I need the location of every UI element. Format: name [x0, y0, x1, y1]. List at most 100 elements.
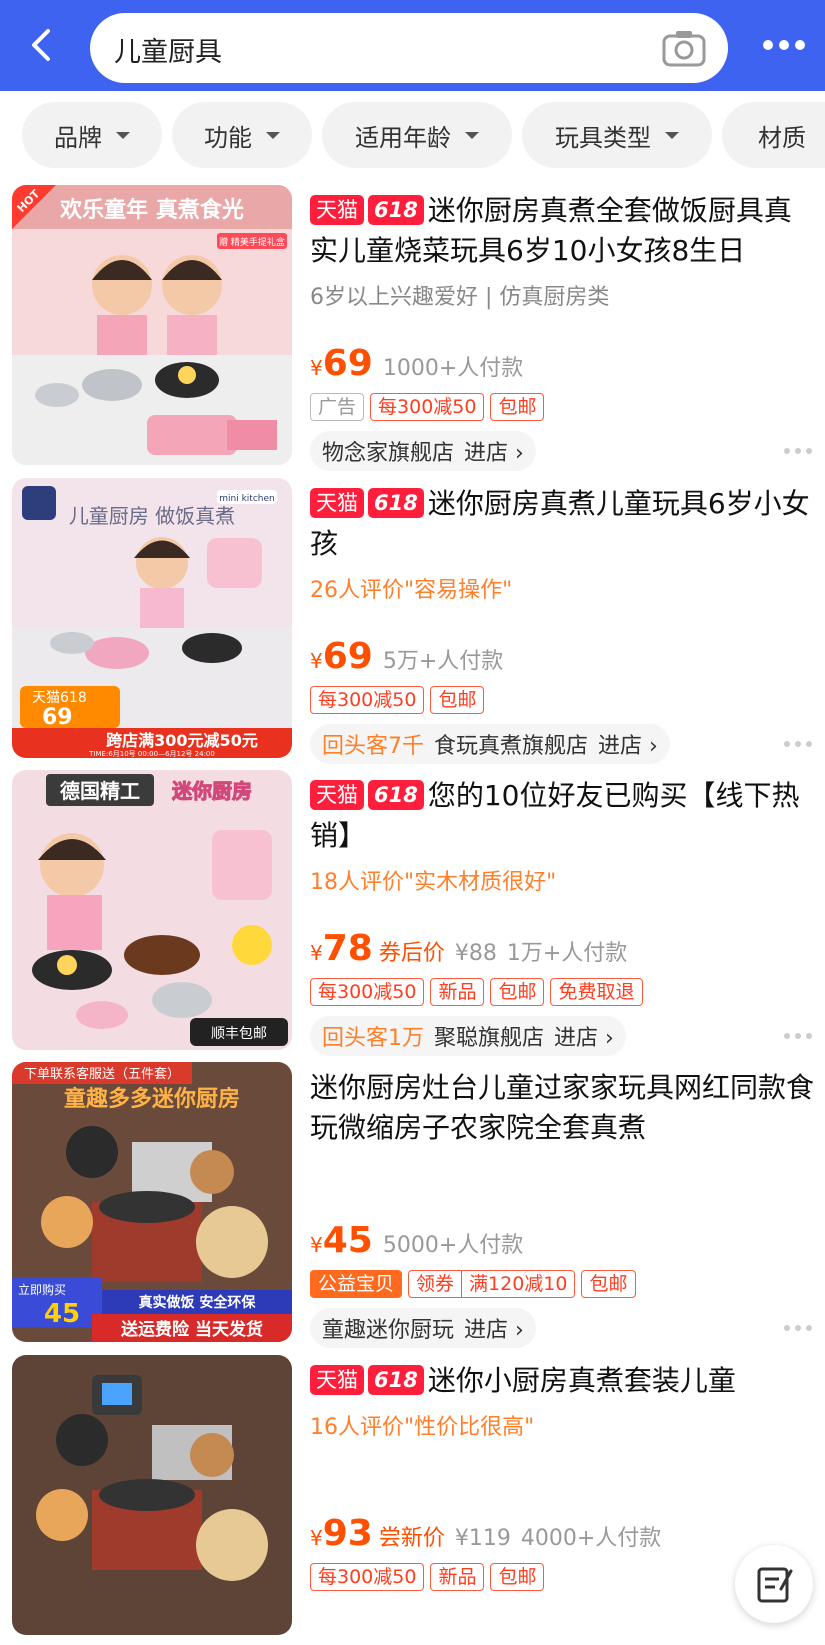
product-card[interactable]: 德国精工 迷你厨房 顺丰包邮 天猫 618 您的10位好友已购买【线下热销】 18人…: [0, 770, 825, 1060]
product-title[interactable]: 天猫 618 迷你厨房真煮全套做饭厨具真实儿童烧菜玩具6岁10小女孩8生日: [310, 191, 815, 271]
promo-tag: 立即购买: [18, 1282, 66, 1297]
product-title-text: 迷你小厨房真煮套装儿童: [427, 1364, 736, 1397]
promo-618-tag: 618: [368, 195, 424, 225]
edit-note-icon: [757, 1567, 793, 1603]
filter-chip-toy-type[interactable]: 玩具类型: [522, 102, 712, 168]
more-icon[interactable]: [762, 38, 806, 52]
discount-badge: 每300减50: [370, 393, 485, 421]
search-input[interactable]: 儿童厨具: [114, 30, 222, 69]
image-banner: 欢乐童年 真煮食光: [59, 197, 244, 223]
product-title-text: 迷你厨房灶台儿童过家家玩具网红同款食玩微缩房子农家院全套真煮: [310, 1071, 815, 1144]
sold-count: 4000+人付款: [520, 1526, 662, 1551]
promo-tag: 天猫618: [32, 690, 87, 706]
product-card[interactable]: 天猫 618 迷你小厨房真煮套装儿童 16人评价"性价比很高" ¥93 尝新价 ¥119…: [0, 1355, 825, 1645]
sold-count: 1万+人付款: [506, 941, 628, 966]
charity-badge: 公益宝贝: [310, 1270, 403, 1298]
enter-shop: 进店 ›: [554, 1026, 614, 1051]
product-card[interactable]: mini kitchen 儿童厨房 做饭真煮 天猫618 69 跨店满300元减…: [0, 478, 825, 768]
filter-label: 品牌: [54, 123, 102, 152]
shop-link[interactable]: 回头客7千 食玩真煮旗舰店 进店 ›: [310, 724, 670, 764]
price-row: ¥93 尝新价 ¥119 4000+人付款: [310, 1513, 661, 1554]
price-row: ¥45 5000+人付款: [310, 1220, 523, 1261]
more-options-icon[interactable]: [783, 1324, 813, 1332]
filter-chip-brand[interactable]: 品牌: [22, 102, 162, 168]
sold-count: 1000+人付款: [382, 356, 524, 381]
product-title[interactable]: 天猫 618 您的10位好友已购买【线下热销】: [310, 776, 815, 856]
badge-row: 每300减50 新品 包邮: [310, 1563, 550, 1591]
promo-time: TIME:6月10号 00:00—6月12号 24:00: [88, 750, 215, 758]
currency: ¥: [310, 1526, 323, 1550]
free-return-badge: 免费取退: [550, 978, 643, 1006]
more-options-icon[interactable]: [783, 740, 813, 748]
enter-shop: 进店 ›: [464, 441, 524, 466]
ad-badge: 广告: [310, 393, 365, 421]
shop-link[interactable]: 童趣迷你厨玩 进店 ›: [310, 1308, 536, 1348]
original-price: ¥88: [454, 941, 497, 966]
camera-icon[interactable]: [662, 29, 706, 67]
product-info: 天猫 618 迷你厨房真煮全套做饭厨具真实儿童烧菜玩具6岁10小女孩8生日 6岁以上…: [310, 185, 815, 471]
filter-label: 功能: [204, 123, 252, 152]
back-icon[interactable]: [24, 25, 60, 65]
coupon-label: 领券: [409, 1271, 463, 1297]
price: 93: [322, 1513, 373, 1554]
product-image-graphic: [12, 1355, 292, 1635]
repeat-customers: 回头客7千: [322, 734, 424, 759]
coupon-value: 满120减10: [469, 1273, 568, 1295]
image-banner-2: 童趣多多迷你厨房: [64, 1086, 240, 1112]
product-title[interactable]: 迷你厨房灶台儿童过家家玩具网红同款食玩微缩房子农家院全套真煮: [310, 1068, 815, 1148]
image-corner-label: mini kitchen: [219, 494, 274, 504]
product-image[interactable]: [12, 1355, 292, 1635]
product-info: 天猫 618 您的10位好友已购买【线下热销】 18人评价"实木材质很好" ¥78 券…: [310, 770, 815, 1056]
filter-chip-material[interactable]: 材质: [722, 102, 825, 168]
promo-text-2: 送运费险 当天发货: [121, 1319, 263, 1340]
price-row: ¥69 1000+人付款: [310, 343, 523, 384]
price-row: ¥69 5万+人付款: [310, 636, 503, 677]
product-card[interactable]: 欢乐童年 真煮食光 HOT 赠 精美手提礼盒 天猫 618 迷你厨房真煮全套做饭厨具…: [0, 185, 825, 475]
shop-link[interactable]: 物念家旗舰店 进店 ›: [310, 431, 536, 471]
product-image[interactable]: 德国精工 迷你厨房 顺丰包邮: [12, 770, 292, 1050]
shop-name: 食玩真煮旗舰店: [434, 734, 589, 759]
discount-badge: 每300减50: [310, 978, 425, 1006]
shop-link[interactable]: 回头客1万 聚聪旗舰店 进店 ›: [310, 1016, 626, 1056]
review-highlight: 18人评价"实木材质很好": [310, 870, 557, 895]
currency: ¥: [310, 941, 323, 965]
enter-shop: 进店 ›: [464, 1318, 524, 1343]
free-shipping-badge: 包邮: [490, 393, 545, 421]
sold-count: 5万+人付款: [382, 649, 504, 674]
review-highlight: 26人评价"容易操作": [310, 578, 513, 603]
currency: ¥: [310, 356, 323, 380]
currency: ¥: [310, 1233, 323, 1257]
product-image-graphic: 欢乐童年 真煮食光 HOT 赠 精美手提礼盒: [12, 185, 292, 465]
original-price: ¥119: [454, 1526, 511, 1551]
filter-label: 材质: [758, 123, 806, 152]
more-options-icon[interactable]: [783, 1032, 813, 1040]
promo-618-tag: 618: [368, 1365, 424, 1395]
product-image[interactable]: 欢乐童年 真煮食光 HOT 赠 精美手提礼盒: [12, 185, 292, 465]
product-info: 天猫 618 迷你小厨房真煮套装儿童 16人评价"性价比很高" ¥93 尝新价 ¥119…: [310, 1355, 815, 1591]
search-box[interactable]: 儿童厨具: [90, 13, 728, 83]
gift-label: 赠 精美手提礼盒: [219, 236, 285, 248]
filter-label: 适用年龄: [355, 123, 451, 152]
caret-down-icon: [665, 131, 679, 139]
shop-name: 童趣迷你厨玩: [322, 1318, 455, 1343]
product-info: 天猫 618 迷你厨房真煮儿童玩具6岁小女孩 26人评价"容易操作" ¥69 5万+人…: [310, 478, 815, 764]
promo-price: 45: [44, 1299, 80, 1329]
product-card[interactable]: 下单联系客服送（五件套） 童趣多多迷你厨房 立即购买 45 真实做饭 安全环保 …: [0, 1062, 825, 1352]
image-banner: 儿童厨房 做饭真煮: [69, 504, 235, 528]
promo-text: 真实做饭 安全环保: [139, 1294, 257, 1311]
filter-chip-function[interactable]: 功能: [172, 102, 312, 168]
image-footer: 顺丰包邮: [211, 1026, 267, 1042]
review-highlight: 16人评价"性价比很高": [310, 1415, 535, 1440]
feedback-button[interactable]: [735, 1545, 813, 1623]
coupon-badge[interactable]: 领券 满120减10: [408, 1270, 576, 1298]
enter-shop: 进店 ›: [598, 734, 658, 759]
promo-price: 69: [42, 705, 73, 730]
product-image[interactable]: 下单联系客服送（五件套） 童趣多多迷你厨房 立即购买 45 真实做饭 安全环保 …: [12, 1062, 292, 1342]
more-options-icon[interactable]: [783, 447, 813, 455]
new-badge: 新品: [430, 1563, 485, 1591]
product-title[interactable]: 天猫 618 迷你厨房真煮儿童玩具6岁小女孩: [310, 484, 815, 564]
top-bar: 儿童厨具: [0, 0, 825, 91]
product-info: 迷你厨房灶台儿童过家家玩具网红同款食玩微缩房子农家院全套真煮 ¥45 5000+人…: [310, 1062, 815, 1348]
product-image[interactable]: mini kitchen 儿童厨房 做饭真煮 天猫618 69 跨店满300元减…: [12, 478, 292, 758]
filter-chip-age[interactable]: 适用年龄: [322, 102, 512, 168]
